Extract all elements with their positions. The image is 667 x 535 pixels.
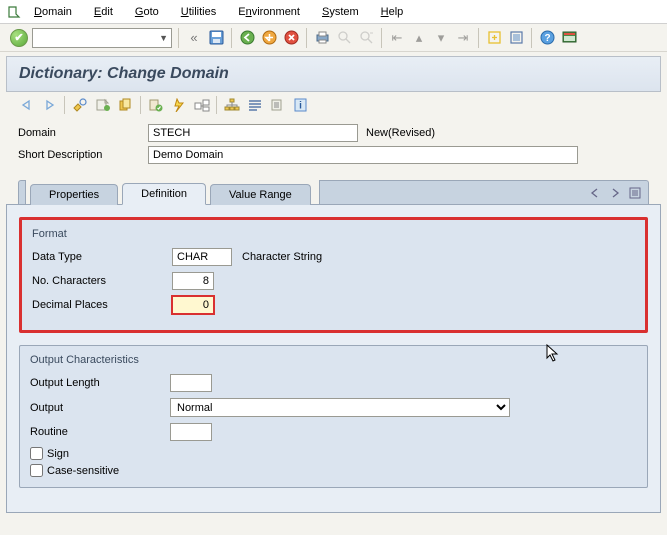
where-used-icon[interactable] xyxy=(193,97,210,114)
other-object-icon[interactable] xyxy=(94,97,111,114)
tab-properties[interactable]: Properties xyxy=(30,184,118,205)
case-checkbox[interactable] xyxy=(30,464,43,477)
help-icon[interactable]: ? xyxy=(538,29,556,47)
tab-list-icon[interactable] xyxy=(628,186,642,200)
menu-system[interactable]: System xyxy=(312,3,369,21)
application-toolbar: i xyxy=(6,92,661,118)
next-object-icon[interactable] xyxy=(41,97,58,114)
output-label: Output xyxy=(30,402,170,414)
output-select[interactable]: Normal xyxy=(170,398,510,417)
page-header: Dictionary: Change Domain xyxy=(6,56,661,92)
shortdesc-label: Short Description xyxy=(18,149,148,161)
nochars-field[interactable] xyxy=(172,272,214,290)
documentation-icon[interactable]: i xyxy=(292,97,309,114)
find-next-icon xyxy=(357,29,375,47)
tab-definition[interactable]: Definition xyxy=(122,183,206,205)
sign-checkbox[interactable] xyxy=(30,447,43,460)
exit-icon[interactable] xyxy=(260,29,278,47)
enter-button[interactable]: ✔ xyxy=(10,29,28,47)
activate-icon[interactable] xyxy=(170,97,187,114)
prev-page-icon: ▴ xyxy=(410,29,428,47)
format-group: Format Data Type Character String No. Ch… xyxy=(19,217,648,333)
command-field[interactable]: ▼ xyxy=(32,28,172,48)
outlength-field[interactable] xyxy=(170,374,212,392)
output-group: Output Characteristics Output Length Out… xyxy=(19,345,648,488)
append-icon[interactable] xyxy=(269,97,286,114)
standard-toolbar: ✔ ▼ « ⇤ ▴ ▾ ⇥ ? xyxy=(0,24,667,52)
new-session-icon[interactable] xyxy=(485,29,503,47)
datatype-field[interactable] xyxy=(172,248,232,266)
output-title: Output Characteristics xyxy=(30,354,637,366)
tab-valuerange[interactable]: Value Range xyxy=(210,184,311,205)
tab-scroll-right-icon[interactable] xyxy=(608,186,622,200)
back-icon[interactable] xyxy=(238,29,256,47)
tab-scroll-left-icon[interactable] xyxy=(588,186,602,200)
app-menu-icon[interactable] xyxy=(6,4,22,20)
page-title: Dictionary: Change Domain xyxy=(19,65,648,83)
first-page-icon: ⇤ xyxy=(388,29,406,47)
tab-scroll-area xyxy=(319,180,649,204)
datatype-desc: Character String xyxy=(242,251,322,263)
find-icon xyxy=(335,29,353,47)
copy-icon[interactable] xyxy=(117,97,134,114)
tab-body: Format Data Type Character String No. Ch… xyxy=(6,205,661,513)
print-icon[interactable] xyxy=(313,29,331,47)
next-page-icon: ▾ xyxy=(432,29,450,47)
menu-bar: Domain Edit Goto Utilities Environment S… xyxy=(0,0,667,24)
hierarchy-icon[interactable] xyxy=(223,97,240,114)
datatype-label: Data Type xyxy=(32,251,172,263)
sign-label: Sign xyxy=(47,448,69,460)
menu-help[interactable]: Help xyxy=(371,3,414,21)
cancel-icon[interactable] xyxy=(282,29,300,47)
save-icon[interactable] xyxy=(207,29,225,47)
display-change-icon[interactable] xyxy=(71,97,88,114)
decimals-field[interactable] xyxy=(172,296,214,314)
nochars-label: No. Characters xyxy=(32,275,172,287)
menu-edit[interactable]: Edit xyxy=(84,3,123,21)
domain-field[interactable] xyxy=(148,124,358,142)
svg-text:i: i xyxy=(299,101,302,112)
tab-lead xyxy=(18,180,26,204)
routine-field[interactable] xyxy=(170,423,212,441)
check-icon[interactable] xyxy=(147,97,164,114)
decimals-label: Decimal Places xyxy=(32,299,172,311)
last-page-icon: ⇥ xyxy=(454,29,472,47)
format-title: Format xyxy=(32,228,635,240)
outlength-label: Output Length xyxy=(30,377,170,389)
menu-utilities[interactable]: Utilities xyxy=(171,3,226,21)
routine-label: Routine xyxy=(30,426,170,438)
domain-label: Domain xyxy=(18,127,148,139)
header-form: Domain New(Revised) Short Description xyxy=(6,118,661,172)
case-label: Case-sensitive xyxy=(47,465,119,477)
menu-goto[interactable]: Goto xyxy=(125,3,169,21)
chevron-left-icon[interactable]: « xyxy=(185,29,203,47)
shortdesc-field[interactable] xyxy=(148,146,578,164)
shortcut-icon[interactable] xyxy=(507,29,525,47)
menu-environment[interactable]: Environment xyxy=(228,3,310,21)
dropdown-arrow-icon: ▼ xyxy=(159,33,168,43)
menu-domain[interactable]: Domain xyxy=(24,3,82,21)
list-icon[interactable] xyxy=(246,97,263,114)
svg-text:?: ? xyxy=(544,33,550,44)
prev-object-icon[interactable] xyxy=(18,97,35,114)
tab-strip: Properties Definition Value Range xyxy=(6,180,661,205)
domain-status: New(Revised) xyxy=(366,127,435,139)
layout-icon[interactable] xyxy=(560,29,578,47)
